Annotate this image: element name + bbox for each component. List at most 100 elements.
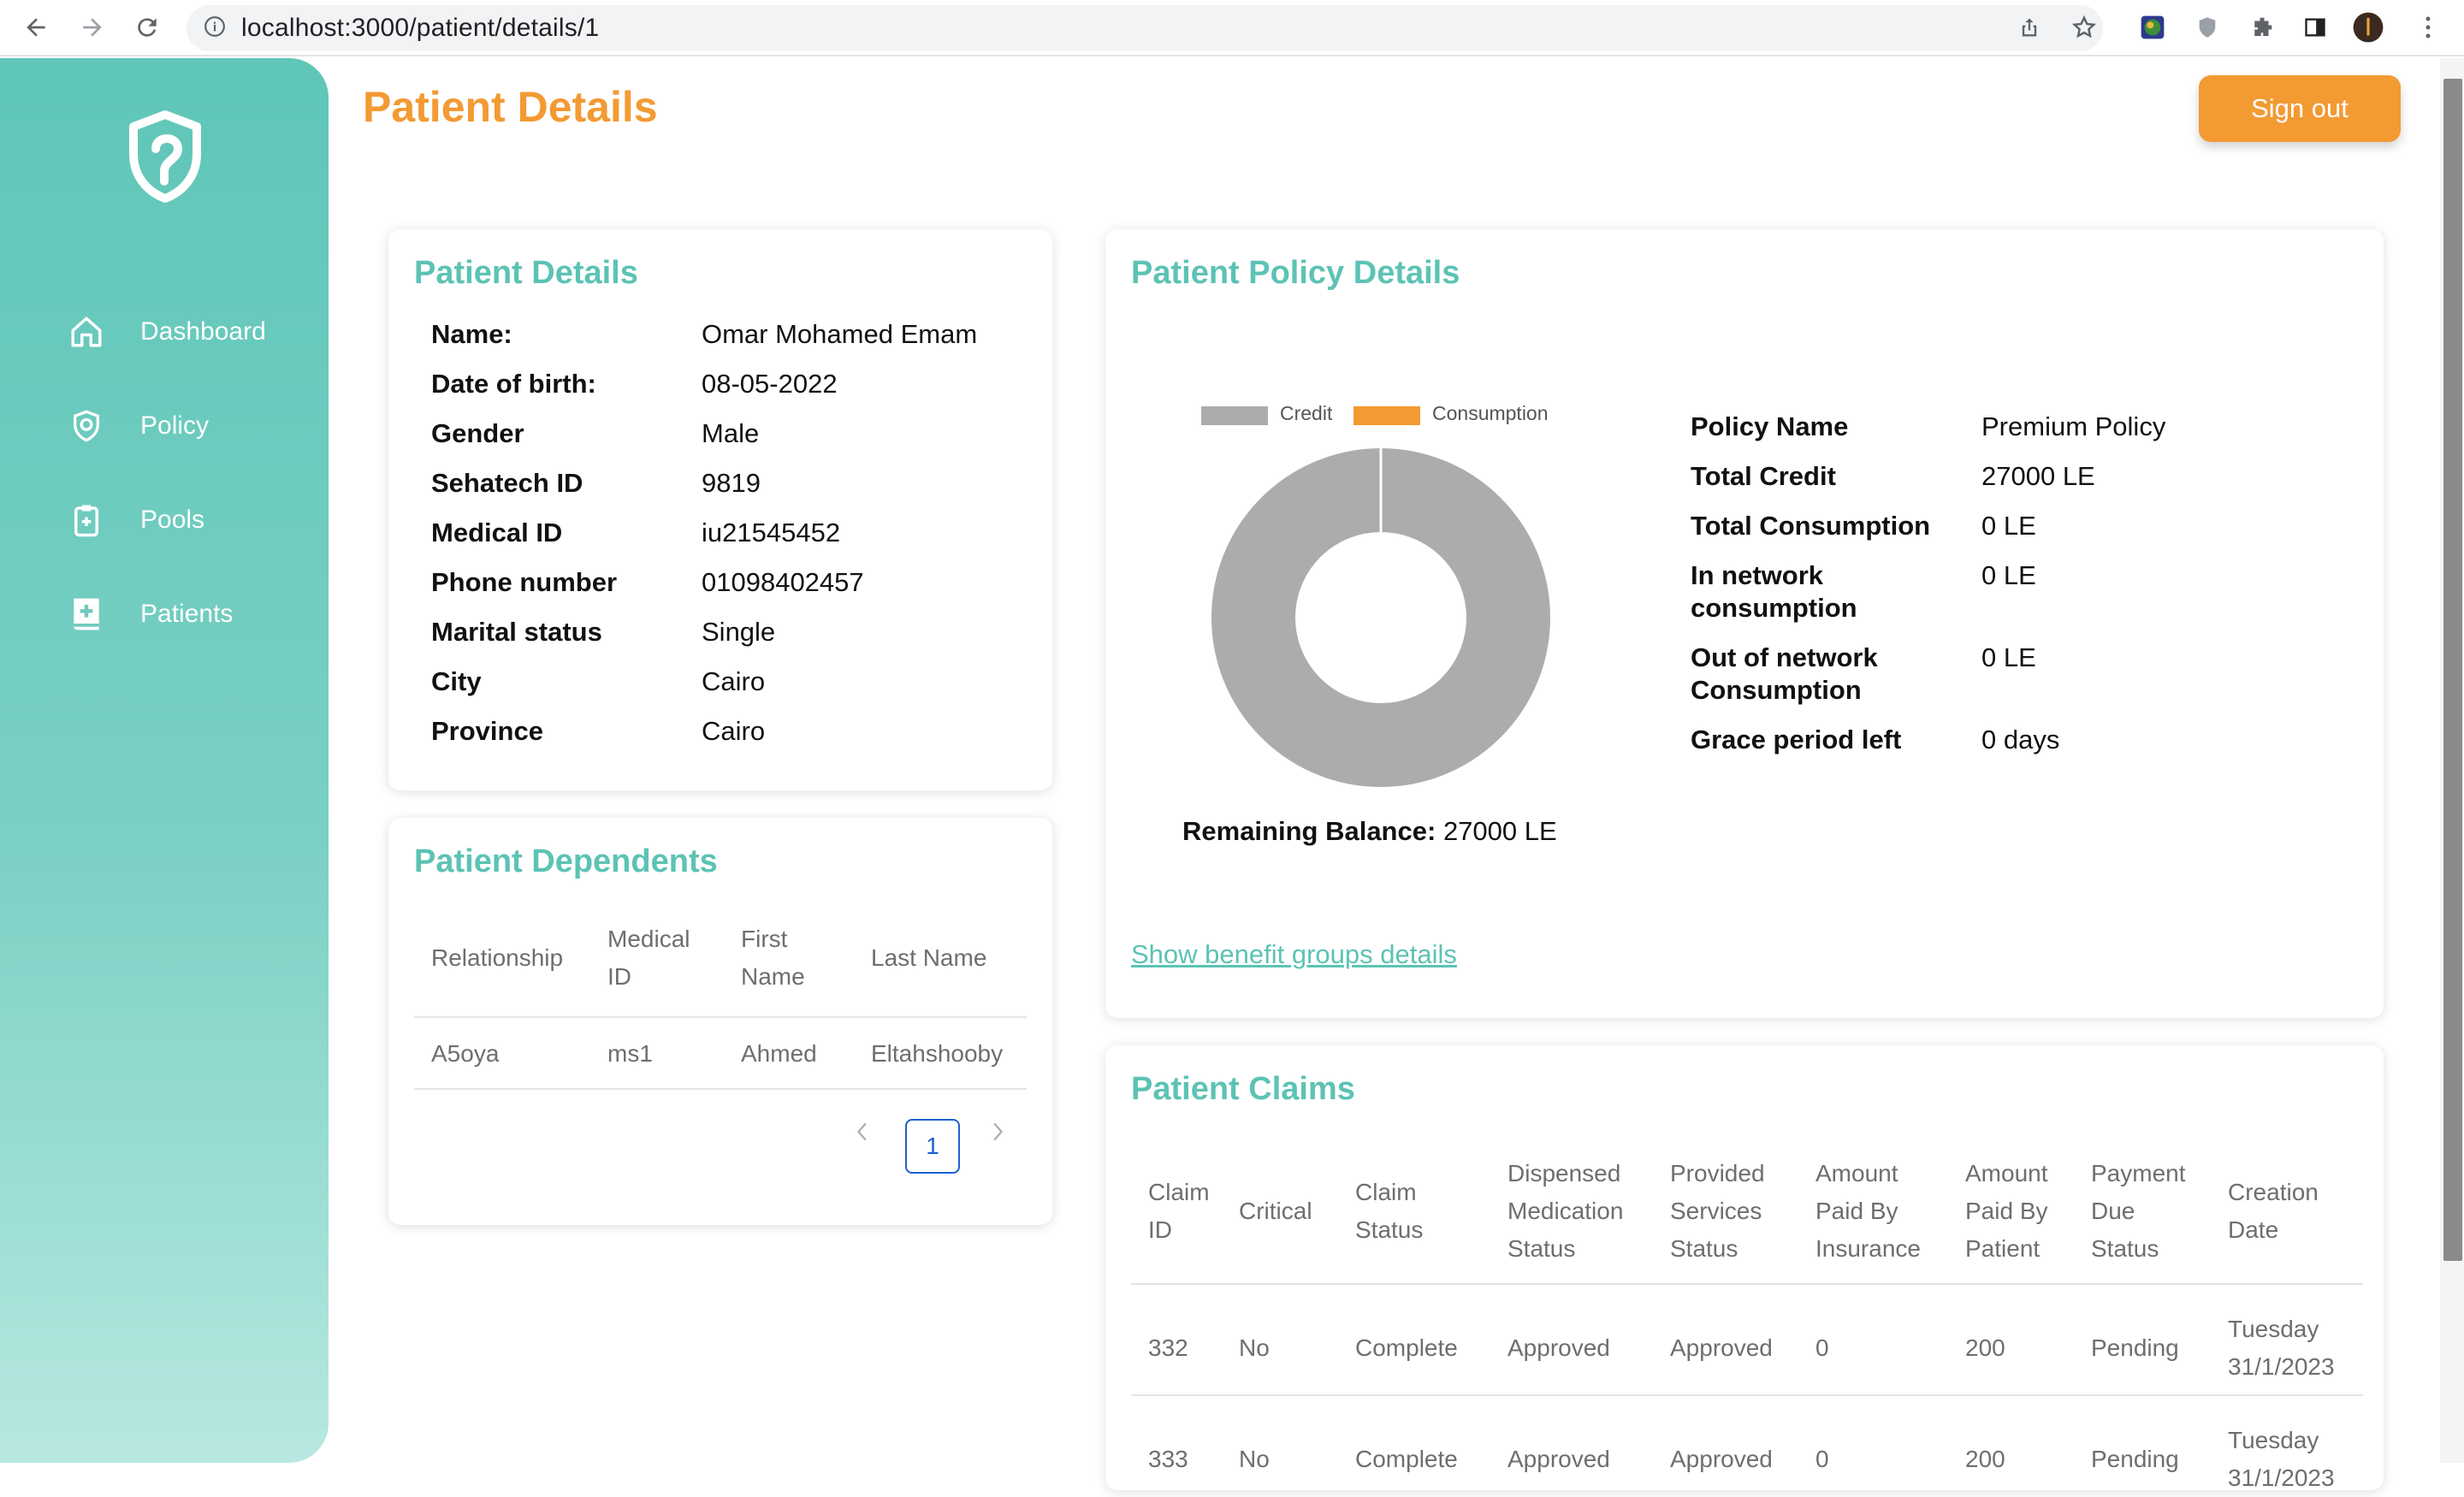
field-value: Omar Mohamed Emam: [702, 319, 978, 349]
column-header: Provided Services Status: [1670, 1160, 1765, 1262]
table-cell: Eltahshooby: [871, 1040, 1004, 1067]
remaining-balance: Remaining Balance: 27000 LE: [1182, 816, 1557, 847]
field-value: Single: [702, 617, 776, 647]
table-cell: 0: [1815, 1334, 1829, 1361]
card-title: Patient Dependents: [414, 843, 718, 879]
patient-details-card: Patient Details Name: Omar Mohamed Emam …: [388, 229, 1052, 790]
table-cell: Tuesday 31/1/2023: [2228, 1316, 2335, 1380]
sidebar-item-pools[interactable]: Pools: [67, 494, 204, 546]
bookmark-star-icon[interactable]: [2067, 10, 2101, 44]
field-label: Gender: [431, 418, 524, 448]
legend-swatch-credit: [1201, 406, 1268, 425]
page-scrollbar-thumb[interactable]: [2443, 79, 2462, 1261]
show-benefit-groups-link[interactable]: Show benefit groups details: [1131, 939, 1457, 970]
sidebar-item-label: Pools: [140, 506, 205, 534]
legend-label: Credit: [1280, 402, 1333, 424]
table-cell: Pending: [2091, 1446, 2179, 1472]
dependents-table: Relationship Medical ID First Name Last …: [414, 917, 1027, 1067]
patient-claims-card: Patient Claims Claim ID Critical Claim S…: [1105, 1045, 2384, 1491]
sidebar-item-label: Patients: [140, 600, 234, 628]
table-cell: Ahmed: [741, 1040, 817, 1067]
field-label: Province: [431, 716, 543, 746]
table-cell: Approved: [1670, 1446, 1773, 1472]
field-value: Premium Policy: [1981, 411, 2166, 441]
back-arrow-icon[interactable]: [19, 10, 53, 44]
policy-details-list: Policy Name Premium Policy Total Credit …: [1691, 411, 2366, 787]
sidebar-item-patients[interactable]: Patients: [67, 589, 233, 640]
side-panel-icon[interactable]: [2298, 10, 2332, 44]
field-value: 08-05-2022: [702, 369, 838, 399]
field-value: 01098402457: [702, 567, 864, 597]
share-icon[interactable]: [2012, 10, 2046, 44]
table-cell: Pending: [2091, 1334, 2179, 1361]
field-value: Male: [702, 418, 760, 448]
table-cell: 200: [1965, 1334, 2005, 1361]
field-label: Phone number: [431, 567, 618, 597]
table-cell: No: [1239, 1446, 1270, 1472]
column-header: Medical ID: [607, 926, 690, 990]
clipboard-icon: [67, 500, 106, 540]
reload-icon[interactable]: [130, 10, 164, 44]
table-cell: 200: [1965, 1446, 2005, 1472]
sidebar-item-policy[interactable]: Policy: [67, 400, 209, 452]
table-cell: No: [1239, 1334, 1270, 1361]
table-cell: 333: [1148, 1446, 1188, 1472]
field-label: Out of network Consumption: [1691, 642, 1878, 705]
pagination-page-button[interactable]: 1: [905, 1119, 960, 1174]
extensions-puzzle-icon[interactable]: [2245, 10, 2279, 44]
field-label: City: [431, 666, 482, 696]
claims-table: Claim ID Critical Claim Status Dispensed…: [1131, 1148, 2363, 1491]
field-label: Total Consumption: [1691, 511, 1931, 541]
divider: [414, 1016, 1027, 1018]
patient-policy-card: Patient Policy Details Credit Consumptio…: [1105, 229, 2384, 1018]
more-menu-icon[interactable]: [2411, 10, 2445, 44]
table-cell: 332: [1148, 1334, 1188, 1361]
forward-arrow-icon[interactable]: [75, 10, 110, 44]
pagination-next-icon[interactable]: [986, 1119, 1011, 1145]
browser-toolbar: localhost:3000/patient/details/1: [0, 0, 2464, 56]
page-title: Patient Details: [363, 83, 658, 131]
column-header: Critical: [1239, 1198, 1312, 1224]
sidebar-item-dashboard[interactable]: Dashboard: [67, 306, 266, 358]
info-icon[interactable]: [204, 15, 226, 42]
table-cell: A5oya: [431, 1040, 500, 1067]
column-header: First Name: [741, 926, 805, 990]
remaining-balance-value: 27000 LE: [1442, 816, 1557, 846]
url-text: localhost:3000/patient/details/1: [241, 14, 600, 42]
column-header: Payment Due Status: [2091, 1160, 2186, 1262]
field-label: Policy Name: [1691, 411, 1849, 441]
profile-avatar[interactable]: [2351, 10, 2385, 44]
field-label: Name:: [431, 319, 512, 349]
field-label: Grace period left: [1691, 725, 1902, 754]
field-value: iu21545452: [702, 518, 841, 547]
patient-details-list: Name: Omar Mohamed Emam Date of birth: 0…: [431, 318, 1030, 780]
column-header: Last Name: [871, 944, 987, 971]
extension-globe-icon[interactable]: [2135, 10, 2170, 44]
table-cell: Complete: [1355, 1334, 1458, 1361]
column-header: Amount Paid By Insurance: [1815, 1160, 1921, 1262]
field-value: 0 LE: [1981, 560, 2036, 590]
column-header: Creation Date: [2228, 1179, 2319, 1243]
extension-shield-icon[interactable]: [2190, 10, 2224, 44]
field-label: Date of birth:: [431, 369, 596, 399]
address-bar[interactable]: localhost:3000/patient/details/1: [187, 5, 2103, 51]
pagination-prev-icon[interactable]: [849, 1119, 874, 1145]
column-header: Claim Status: [1355, 1179, 1424, 1243]
field-value: Cairo: [702, 666, 766, 696]
field-value: 9819: [702, 468, 761, 498]
table-cell: Complete: [1355, 1446, 1458, 1472]
field-label: Marital status: [431, 617, 602, 647]
app-logo-icon[interactable]: [127, 109, 204, 204]
table-cell: Approved: [1507, 1446, 1610, 1472]
sidebar-item-label: Policy: [140, 411, 210, 440]
card-title: Patient Details: [414, 255, 638, 291]
medical-book-icon: [67, 595, 106, 634]
field-value: 0 days: [1981, 725, 2060, 754]
sign-out-button[interactable]: Sign out: [2199, 75, 2401, 142]
table-cell: Tuesday 31/1/2023: [2228, 1427, 2335, 1491]
home-icon: [67, 312, 106, 352]
remaining-balance-label: Remaining Balance:: [1182, 816, 1436, 846]
field-label: Medical ID: [431, 518, 563, 547]
divider: [414, 1088, 1027, 1090]
table-cell: Approved: [1670, 1334, 1773, 1361]
